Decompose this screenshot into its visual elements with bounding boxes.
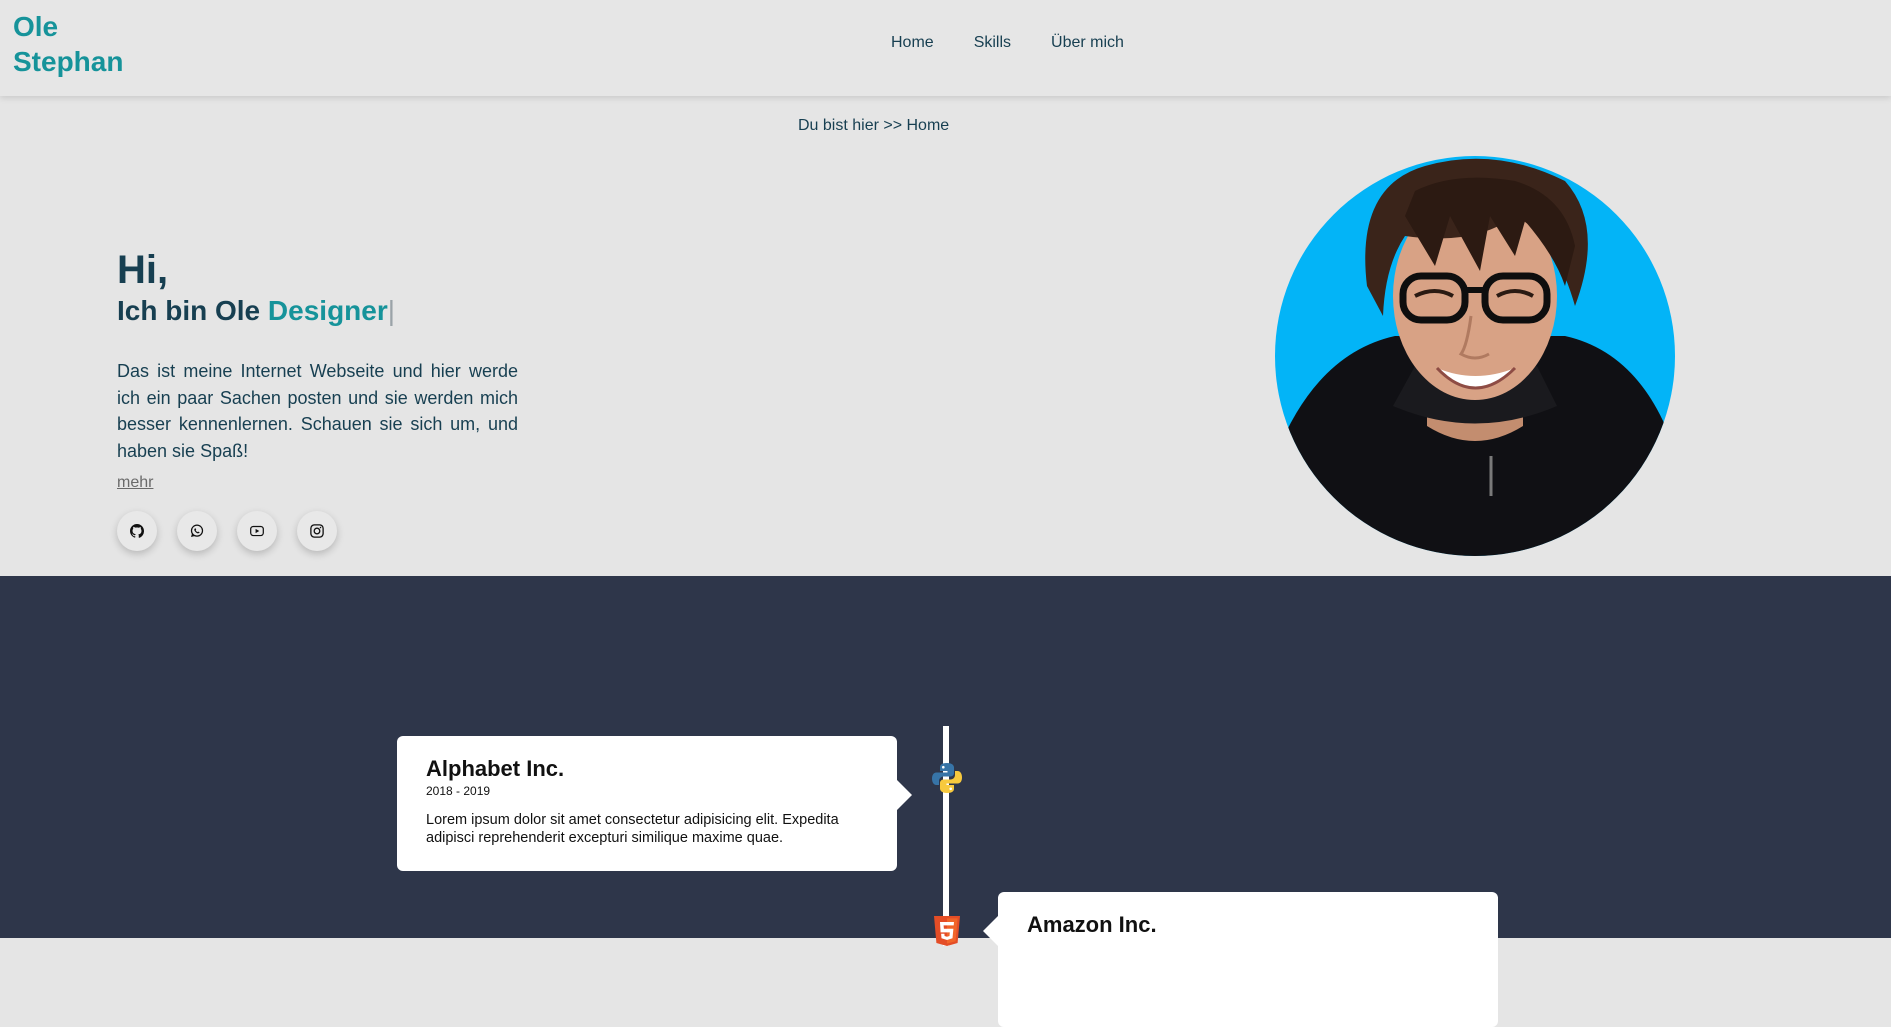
hero-section: Ole Stephan Home Skills Über mich Du bis… xyxy=(0,0,1891,576)
profile-photo xyxy=(1275,156,1675,556)
timeline-company: Amazon Inc. xyxy=(1027,912,1157,937)
greeting: Hi, xyxy=(117,248,169,292)
nav-skills[interactable]: Skills xyxy=(974,33,1011,53)
github-icon xyxy=(130,524,144,538)
timeline-line xyxy=(943,726,949,946)
youtube-icon xyxy=(250,525,264,537)
youtube-button[interactable] xyxy=(237,511,277,551)
breadcrumb: Du bist hier >> Home xyxy=(798,117,950,134)
logo-line-2: Stephan xyxy=(13,46,124,77)
github-button[interactable] xyxy=(117,511,157,551)
whatsapp-button[interactable] xyxy=(177,511,217,551)
timeline-section: Alphabet Inc. 2018 - 2019 Lorem ipsum do… xyxy=(0,576,1891,1027)
instagram-button[interactable] xyxy=(297,511,337,551)
whatsapp-icon xyxy=(190,524,204,537)
timeline-years: 2018 - 2019 xyxy=(426,784,491,798)
timeline-company: Alphabet Inc. xyxy=(426,756,565,781)
instagram-icon xyxy=(310,524,324,538)
timeline-card-alphabet: Alphabet Inc. 2018 - 2019 Lorem ipsum do… xyxy=(397,736,912,871)
logo-line-1: Ole xyxy=(13,11,59,42)
navbar: Ole Stephan Home Skills Über mich xyxy=(0,0,1891,96)
python-icon xyxy=(932,763,962,793)
intro-description: Das ist meine Internet Webseite und hier… xyxy=(117,361,518,461)
typing-cursor: | xyxy=(387,295,396,326)
more-link[interactable]: mehr xyxy=(117,474,153,492)
timeline-card-amazon: Amazon Inc. xyxy=(983,892,1498,1027)
nav-links: Home Skills Über mich xyxy=(891,33,1124,53)
timeline-text: Lorem ipsum dolor sit amet consectetur a… xyxy=(426,812,839,846)
social-links xyxy=(117,511,337,551)
intro-prefix: Ich bin Ole xyxy=(117,295,268,326)
site-logo[interactable]: Ole Stephan xyxy=(13,9,123,79)
nav-about[interactable]: Über mich xyxy=(1051,33,1124,53)
nav-home[interactable]: Home xyxy=(891,33,934,53)
intro-heading: Ich bin Ole Designer| xyxy=(117,295,395,327)
person-portrait xyxy=(1275,158,1675,556)
html5-icon xyxy=(934,916,960,946)
intro-role: Designer xyxy=(267,295,388,326)
